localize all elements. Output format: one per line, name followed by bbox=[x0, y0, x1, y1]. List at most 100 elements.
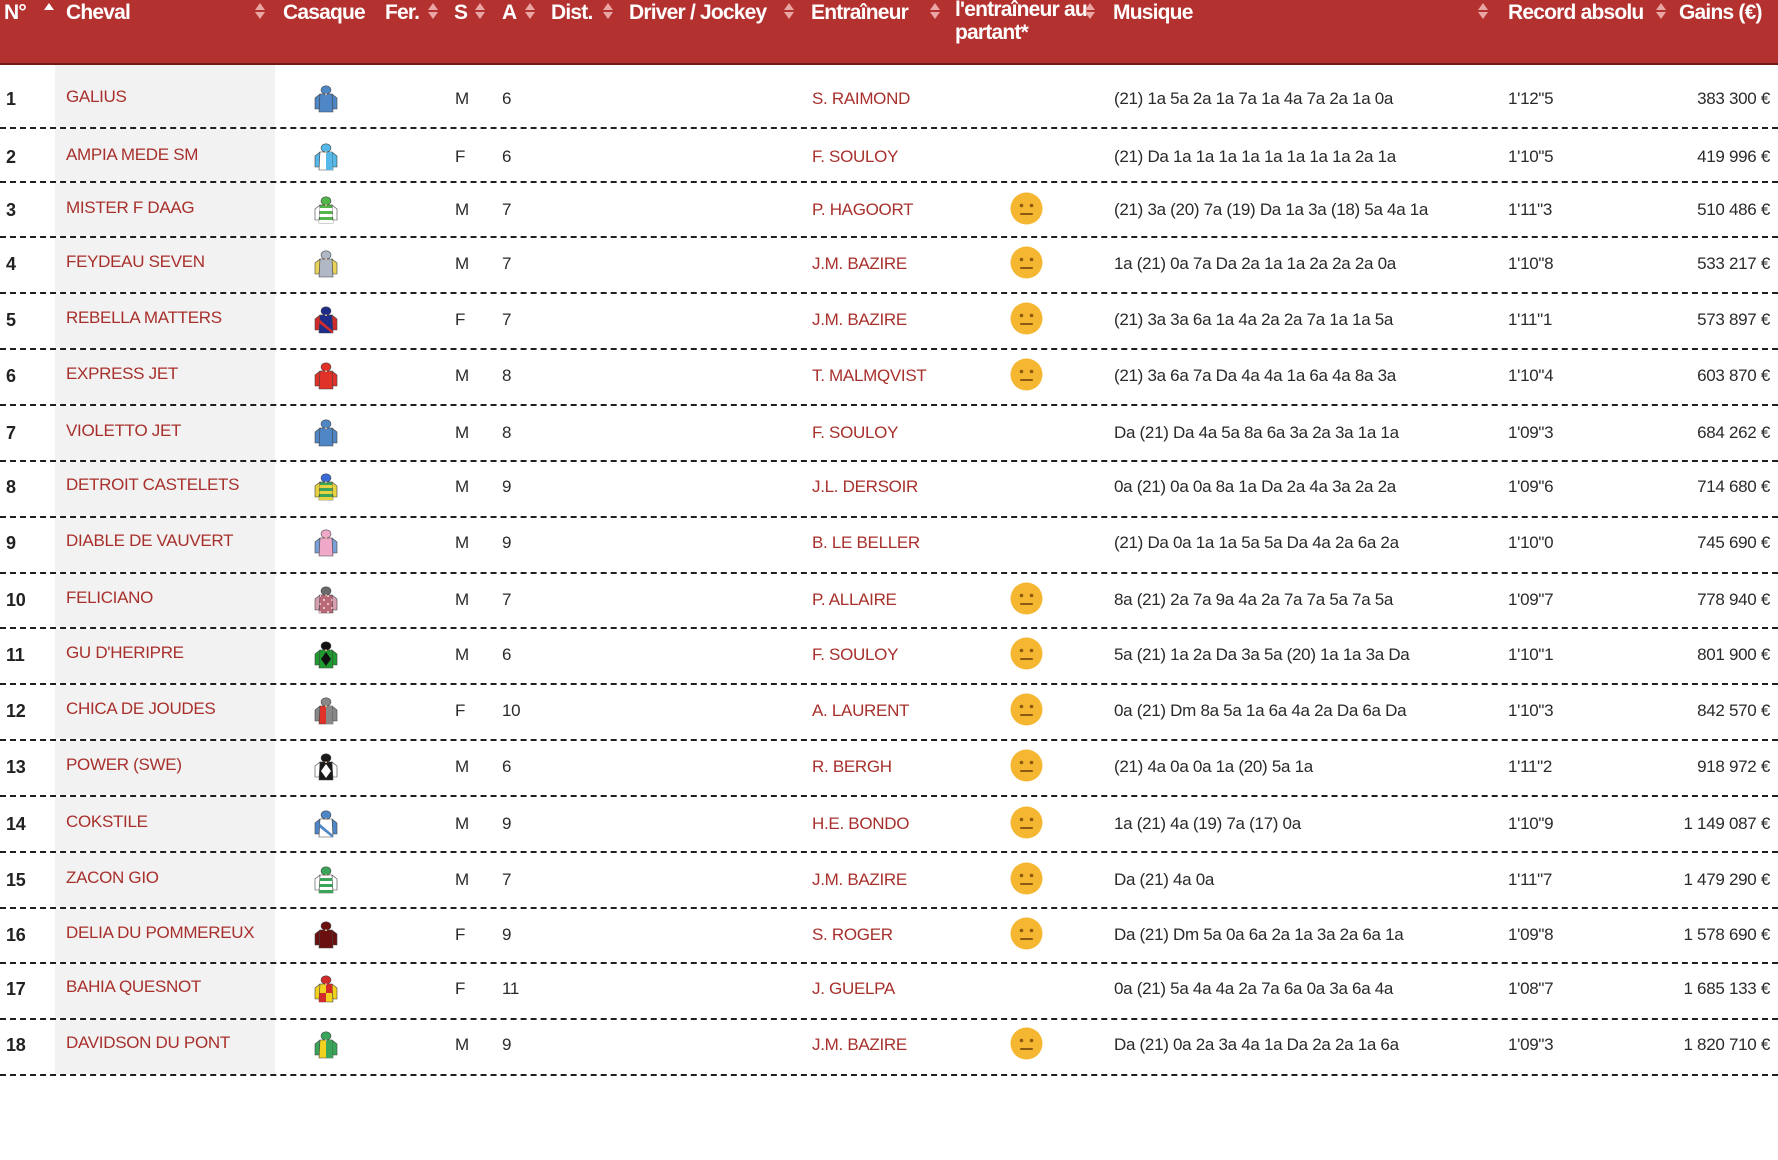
best-time: 1'10"3 bbox=[1508, 701, 1554, 720]
col-distance-header[interactable]: Dist. bbox=[540, 0, 613, 63]
horse-sex: F bbox=[455, 147, 466, 166]
horse-name-link[interactable]: CHICA DE JOUDES bbox=[66, 699, 216, 719]
best-time: 1'11"7 bbox=[1508, 870, 1553, 889]
horse-age: 10 bbox=[502, 701, 521, 720]
runner-number: 10 bbox=[6, 590, 26, 610]
sort-ascending-icon bbox=[44, 3, 54, 12]
runner-number: 13 bbox=[6, 757, 26, 777]
horse-name-link[interactable]: BAHIA QUESNOT bbox=[66, 977, 201, 997]
col-driver-header[interactable]: Driver / Jockey bbox=[620, 0, 794, 63]
col-horse-header[interactable]: Cheval bbox=[38, 0, 131, 63]
col-age-header[interactable]: A bbox=[490, 0, 535, 63]
trainer-link[interactable]: T. MALMQVIST bbox=[812, 366, 927, 386]
trainer-link[interactable]: J.M. BAZIRE bbox=[812, 870, 907, 890]
music-record: 0a (21) 5a 4a 4a 2a 7a 6a 0a 3a 6a 4a bbox=[1114, 979, 1394, 998]
horse-age: 6 bbox=[502, 89, 512, 108]
col-silk-header[interactable]: Casaque bbox=[250, 0, 366, 63]
horse-name-link[interactable]: COKSTILE bbox=[66, 812, 148, 832]
table-row[interactable]: 3 MISTER F DAAG M 7 P. HAGOORT (21) 3a (20) 7… bbox=[0, 183, 1778, 238]
trainer-link[interactable]: S. RAIMOND bbox=[812, 89, 910, 109]
trainer-link[interactable]: H.E. BONDO bbox=[812, 814, 909, 834]
horse-name-link[interactable]: FELICIANO bbox=[66, 588, 153, 608]
horse-age: 7 bbox=[502, 254, 512, 273]
col-trainer-header[interactable]: Entraîneur bbox=[800, 0, 940, 63]
horse-name-link[interactable]: MISTER F DAAG bbox=[66, 198, 195, 218]
horse-name-link[interactable]: FEYDEAU SEVEN bbox=[66, 252, 205, 272]
table-row[interactable]: 8 DETROIT CASTELETS M 9 J.L. DERSOIR 0a (21) … bbox=[0, 462, 1778, 518]
horse-age: 7 bbox=[502, 200, 512, 219]
horse-name-link[interactable]: GU D'HERIPRE bbox=[66, 643, 184, 663]
horse-name-link[interactable]: DAVIDSON DU PONT bbox=[66, 1033, 230, 1053]
table-row[interactable]: 2 AMPIA MEDE SM F 6 F. SOULOY (21) Da 1a 1a 1… bbox=[0, 129, 1778, 183]
trainer-link[interactable]: R. BERGH bbox=[812, 757, 892, 777]
music-record: (21) Da 1a 1a 1a 1a 1a 1a 1a 1a 2a 1a bbox=[1114, 147, 1396, 166]
col-gains-header[interactable]: Gains (€) bbox=[1670, 0, 1762, 63]
horse-name-link[interactable]: DETROIT CASTELETS bbox=[66, 475, 239, 495]
music-record: 0a (21) 0a 0a 8a 1a Da 2a 4a 3a 2a 2a bbox=[1114, 477, 1396, 496]
music-record: 8a (21) 2a 7a 9a 4a 2a 7a 7a 5a 7a 5a bbox=[1114, 590, 1394, 609]
trainer-link[interactable]: J.M. BAZIRE bbox=[812, 310, 907, 330]
table-row[interactable]: 14 COKSTILE M 9 H.E. BONDO 1a (21) 4a (19) 7a… bbox=[0, 797, 1778, 853]
best-time: 1'11"3 bbox=[1508, 200, 1553, 219]
earnings: 745 690 € bbox=[1697, 533, 1770, 552]
runner-number: 18 bbox=[6, 1035, 26, 1055]
best-time: 1'09"3 bbox=[1508, 1035, 1554, 1054]
runner-number: 5 bbox=[6, 310, 16, 330]
col-shoe-header[interactable]: Fer. bbox=[370, 0, 438, 63]
jockey-silk-icon bbox=[312, 1030, 340, 1060]
trainer-link[interactable]: F. SOULOY bbox=[812, 423, 898, 443]
trainer-link[interactable]: F. SOULOY bbox=[812, 147, 898, 167]
trainer-link[interactable]: F. SOULOY bbox=[812, 645, 898, 665]
col-trainer-stat-header[interactable]: l'entraîneur au partant* bbox=[945, 0, 1095, 63]
trainer-link[interactable]: B. LE BELLER bbox=[812, 533, 920, 553]
trainer-link[interactable]: J.L. DERSOIR bbox=[812, 477, 918, 497]
horse-name-link[interactable]: GALIUS bbox=[66, 87, 127, 107]
trainer-link[interactable]: J.M. BAZIRE bbox=[812, 1035, 907, 1055]
table-row[interactable]: 16 DELIA DU POMMEREUX F 9 S. ROGER Da (21) Dm… bbox=[0, 909, 1778, 964]
col-sex-header[interactable]: S bbox=[440, 0, 485, 63]
music-record: 1a (21) 0a 7a Da 2a 1a 1a 2a 2a 2a 0a bbox=[1114, 254, 1396, 273]
horse-name-link[interactable]: DIABLE DE VAUVERT bbox=[66, 531, 233, 551]
horse-name-link[interactable]: DELIA DU POMMEREUX bbox=[66, 923, 255, 943]
table-row[interactable]: 10 FELICIANO M 7 P. ALLAIRE 8a (21) 2a 7a 9a … bbox=[0, 574, 1778, 629]
horse-name-link[interactable]: VIOLETTO JET bbox=[66, 421, 181, 441]
table-row[interactable]: 11 GU D'HERIPRE M 6 F. SOULOY 5a (21) 1a 2a D… bbox=[0, 629, 1778, 685]
table-row[interactable]: 7 VIOLETTO JET M 8 F. SOULOY Da (21) Da 4a 5a… bbox=[0, 406, 1778, 462]
best-time: 1'10"1 bbox=[1508, 645, 1554, 664]
jockey-silk-icon bbox=[312, 585, 340, 615]
table-row[interactable]: 1 GALIUS M 6 S. RAIMOND (21) 1a 5a 2a 1a 7a 1… bbox=[0, 65, 1778, 129]
col-music-header[interactable]: Musique bbox=[1100, 0, 1488, 63]
table-row[interactable]: 15 ZACON GIO M 7 J.M. BAZIRE Da (21) 4a 0a 1'1… bbox=[0, 853, 1778, 909]
table-row[interactable]: 4 FEYDEAU SEVEN M 7 J.M. BAZIRE 1a (21) 0a 7a… bbox=[0, 238, 1778, 294]
horse-name-link[interactable]: AMPIA MEDE SM bbox=[66, 145, 198, 165]
col-record-header[interactable]: Record absolu bbox=[1495, 0, 1666, 63]
trainer-link[interactable]: S. ROGER bbox=[812, 925, 893, 945]
table-row[interactable]: 13 POWER (SWE) M 6 R. BERGH (21) 4a 0a 0a 1a … bbox=[0, 741, 1778, 797]
trainer-link[interactable]: A. LAURENT bbox=[812, 701, 909, 721]
table-row[interactable]: 5 REBELLA MATTERS F 7 J.M. BAZIRE (21) 3a 3a … bbox=[0, 294, 1778, 350]
table-row[interactable]: 6 EXPRESS JET M 8 T. MALMQVIST (21) 3a 6a 7a … bbox=[0, 350, 1778, 406]
horse-name-link[interactable]: POWER (SWE) bbox=[66, 755, 182, 775]
horse-name-link[interactable]: REBELLA MATTERS bbox=[66, 308, 222, 328]
trainer-link[interactable]: P. HAGOORT bbox=[812, 200, 914, 220]
table-row[interactable]: 12 CHICA DE JOUDES F 10 A. LAURENT 0a (21) Dm… bbox=[0, 685, 1778, 741]
horse-name-link[interactable]: ZACON GIO bbox=[66, 868, 159, 888]
table-row[interactable]: 17 BAHIA QUESNOT F 11 J. GUELPA 0a (21) 5a 4a… bbox=[0, 964, 1778, 1020]
table-row[interactable]: 18 DAVIDSON DU PONT M 9 J.M. BAZIRE Da (21) 0… bbox=[0, 1020, 1778, 1076]
horse-sex: M bbox=[455, 645, 469, 664]
trainer-link[interactable]: J. GUELPA bbox=[812, 979, 895, 999]
trainer-link[interactable]: P. ALLAIRE bbox=[812, 590, 897, 610]
music-record: Da (21) 4a 0a bbox=[1114, 870, 1215, 889]
best-time: 1'09"6 bbox=[1508, 477, 1554, 496]
sort-both-icon bbox=[603, 3, 613, 19]
music-record: 5a (21) 1a 2a Da 3a 5a (20) 1a 1a 3a Da bbox=[1114, 645, 1410, 664]
sort-both-icon bbox=[1656, 3, 1666, 19]
neutral-face-icon bbox=[1010, 1027, 1043, 1060]
trainer-link[interactable]: J.M. BAZIRE bbox=[812, 254, 907, 274]
horse-age: 7 bbox=[502, 590, 512, 609]
table-row[interactable]: 9 DIABLE DE VAUVERT M 9 B. LE BELLER (21) Da … bbox=[0, 518, 1778, 574]
col-num-header[interactable]: N° bbox=[0, 0, 27, 63]
neutral-face-icon bbox=[1010, 302, 1043, 335]
horse-name-link[interactable]: EXPRESS JET bbox=[66, 364, 178, 384]
horse-sex: M bbox=[455, 757, 469, 776]
